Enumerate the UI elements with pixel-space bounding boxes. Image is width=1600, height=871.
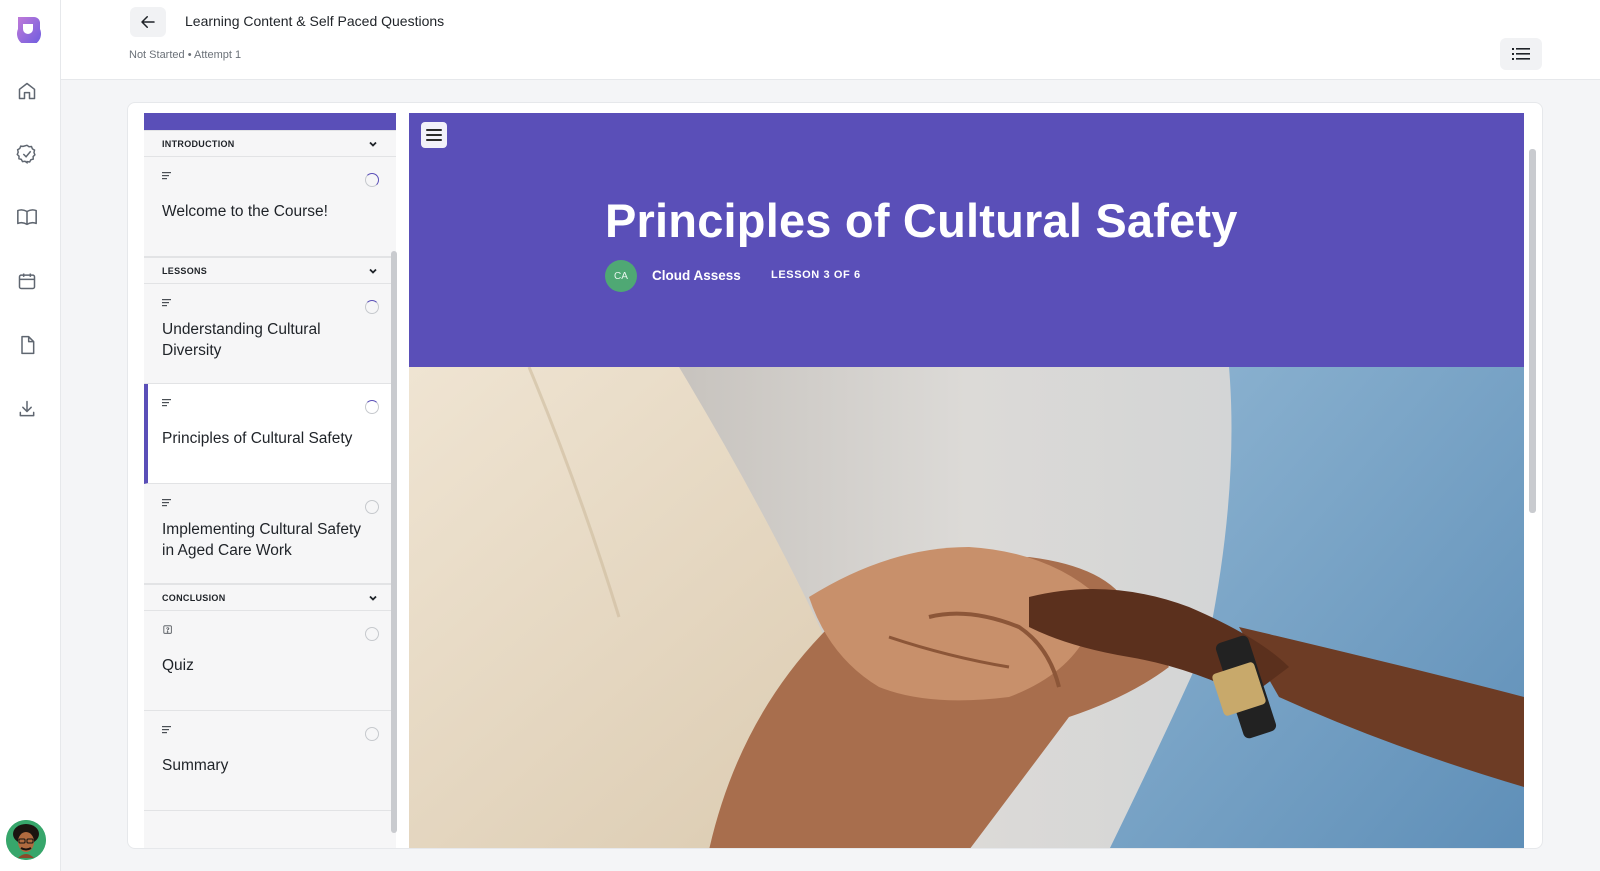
- app-logo-icon[interactable]: [12, 13, 42, 43]
- list-icon: [1512, 48, 1530, 60]
- section-introduction[interactable]: INTRODUCTION: [144, 130, 396, 157]
- section-label: INTRODUCTION: [162, 138, 235, 149]
- progress-status-icon: [365, 300, 379, 314]
- outline-item-principles-active[interactable]: Principles of Cultural Safety: [144, 384, 396, 484]
- outline-item-title: Principles of Cultural Safety: [162, 430, 353, 447]
- progress-status-icon: [365, 173, 379, 187]
- outline-scrollbar[interactable]: [391, 251, 397, 833]
- section-lessons[interactable]: LESSONS: [144, 257, 396, 284]
- not-started-status-icon: [365, 727, 379, 741]
- question-icon: [163, 625, 172, 634]
- table-of-contents-button[interactable]: [1500, 38, 1542, 70]
- nav-home[interactable]: [16, 80, 38, 102]
- download-icon: [19, 400, 35, 417]
- chevron-down-icon: [369, 141, 377, 147]
- chevron-down-icon: [369, 595, 377, 601]
- progress-status-icon: [365, 400, 379, 414]
- section-conclusion[interactable]: CONCLUSION: [144, 584, 396, 611]
- nav-courses[interactable]: [16, 206, 38, 228]
- section-label: LESSONS: [162, 265, 208, 276]
- nav-calendar[interactable]: [16, 270, 38, 292]
- lesson-hero-image: [409, 367, 1524, 848]
- page-title: Learning Content & Self Paced Questions: [185, 13, 445, 29]
- nav-tasks[interactable]: [16, 143, 38, 165]
- text-lines-icon: [162, 299, 171, 307]
- top-header: Learning Content & Self Paced Questions …: [61, 0, 1600, 80]
- nav-downloads[interactable]: [16, 398, 38, 420]
- course-player-card: INTRODUCTION Welcome to the Course! LESS…: [127, 102, 1543, 849]
- outline-item-title: Understanding Cultural Diversity: [162, 321, 321, 359]
- user-avatar[interactable]: [6, 820, 46, 860]
- check-circle-icon: [16, 144, 36, 164]
- book-icon: [17, 209, 37, 226]
- app-root: Learning Content & Self Paced Questions …: [0, 0, 1600, 871]
- content-scrollbar[interactable]: [1529, 149, 1536, 513]
- text-lines-icon: [162, 499, 171, 507]
- outline-item-understanding-diversity[interactable]: Understanding Cultural Diversity: [144, 284, 396, 384]
- lesson-progress-label: LESSON 3 OF 6: [771, 269, 861, 281]
- outline-item-summary[interactable]: Summary: [144, 711, 396, 811]
- lesson-title: Principles of Cultural Safety: [605, 194, 1238, 247]
- text-lines-icon: [162, 172, 171, 180]
- lesson-content: Principles of Cultural Safety CA Cloud A…: [409, 113, 1524, 848]
- file-icon: [21, 335, 35, 355]
- arrow-left-icon: [141, 16, 155, 28]
- section-label: CONCLUSION: [162, 592, 226, 603]
- outline-item-implementing[interactable]: Implementing Cultural Safety in Aged Car…: [144, 484, 396, 584]
- author-name: Cloud Assess: [652, 268, 741, 283]
- outline-item-title: Quiz: [162, 657, 194, 674]
- attempt-status: Not Started • Attempt 1: [129, 49, 242, 61]
- outline-item-welcome[interactable]: Welcome to the Course!: [144, 157, 396, 257]
- left-rail: [0, 0, 61, 871]
- not-started-status-icon: [365, 627, 379, 641]
- lesson-hero: Principles of Cultural Safety CA Cloud A…: [409, 113, 1524, 367]
- text-lines-icon: [162, 726, 171, 734]
- home-icon: [18, 82, 36, 100]
- text-lines-icon: [162, 399, 171, 407]
- nav-documents[interactable]: [16, 334, 38, 356]
- outline-item-quiz[interactable]: Quiz: [144, 611, 396, 711]
- course-outline: INTRODUCTION Welcome to the Course! LESS…: [144, 113, 396, 848]
- lesson-menu-button[interactable]: [421, 122, 447, 148]
- author-avatar: CA: [605, 260, 637, 292]
- outline-header-band: [144, 113, 396, 130]
- outline-item-title: Welcome to the Course!: [162, 203, 328, 220]
- back-button[interactable]: [130, 7, 166, 37]
- calendar-icon: [18, 273, 36, 290]
- not-started-status-icon: [365, 500, 379, 514]
- hamburger-icon: [426, 129, 442, 141]
- outline-item-title: Implementing Cultural Safety in Aged Car…: [162, 521, 362, 559]
- outline-item-title: Summary: [162, 757, 229, 774]
- chevron-down-icon: [369, 268, 377, 274]
